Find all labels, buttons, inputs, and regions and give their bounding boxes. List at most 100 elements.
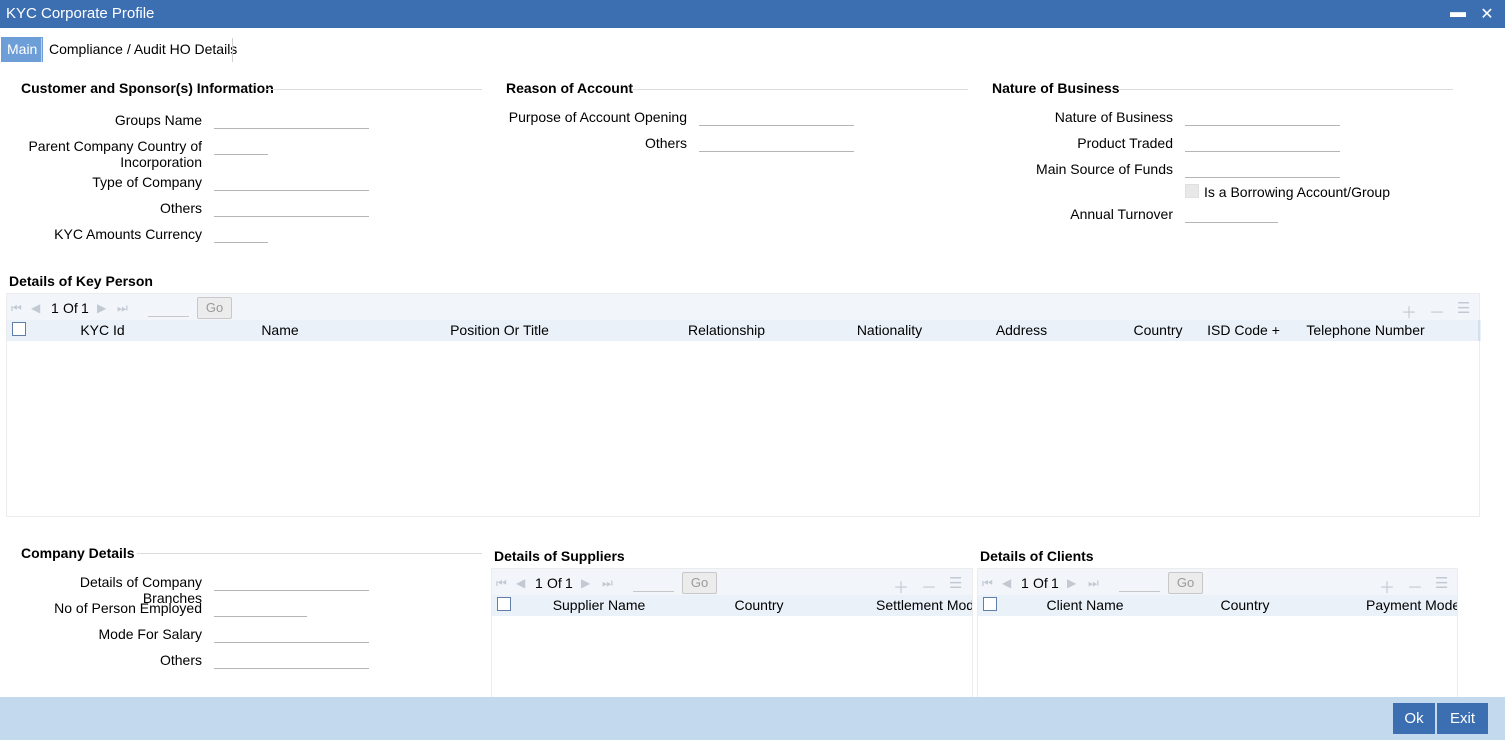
type-of-company-label: Type of Company — [92, 174, 202, 190]
purpose-label: Purpose of Account Opening — [508, 109, 687, 125]
column-settlement-mode[interactable]: Settlement Mode — [840, 595, 972, 615]
reason-others-input[interactable] — [699, 151, 854, 152]
last-page-icon[interactable]: ⏭ — [117, 301, 128, 316]
column-country[interactable]: Country — [679, 595, 839, 615]
page-total: 1 — [1051, 575, 1059, 591]
column-address[interactable]: Address — [936, 320, 1107, 340]
column-kyc-id[interactable]: KYC Id — [35, 320, 170, 340]
page-of: Of — [547, 575, 562, 591]
header-edge — [1478, 320, 1480, 341]
column-name[interactable]: Name — [171, 320, 389, 340]
page-number-input[interactable] — [1119, 573, 1160, 592]
column-supplier-name[interactable]: Supplier Name — [520, 595, 678, 615]
page-of: Of — [63, 300, 78, 316]
previous-page-icon[interactable]: ◀ — [516, 576, 525, 590]
column-position[interactable]: Position Or Title — [390, 320, 609, 340]
groups-name-input[interactable] — [214, 128, 369, 129]
main-source-label: Main Source of Funds — [1036, 161, 1173, 177]
previous-page-icon[interactable]: ◀ — [1002, 576, 1011, 590]
first-page-icon[interactable]: ⏮ — [496, 576, 507, 591]
page-total: 1 — [565, 575, 573, 591]
list-view-icon[interactable]: ☰ — [1457, 299, 1470, 317]
page-of: Of — [1033, 575, 1048, 591]
branches-input[interactable] — [214, 590, 369, 591]
column-client-name[interactable]: Client Name — [1006, 595, 1164, 615]
key-person-title: Details of Key Person — [9, 273, 153, 289]
list-view-icon[interactable]: ☰ — [949, 574, 962, 592]
borrowing-label: Is a Borrowing Account/Group — [1204, 184, 1390, 200]
section-rule — [1118, 89, 1453, 90]
select-all-checkbox[interactable] — [12, 322, 26, 336]
column-country[interactable]: Country — [1165, 595, 1325, 615]
salary-mode-input[interactable] — [214, 642, 369, 643]
tab-separator — [232, 38, 233, 62]
close-icon[interactable]: ✕ — [1477, 4, 1497, 24]
product-traded-input[interactable] — [1185, 151, 1340, 152]
persons-employed-label: No of Person Employed — [54, 600, 202, 616]
kyc-currency-input[interactable] — [214, 242, 268, 243]
page-current: 1 — [1021, 575, 1029, 591]
groups-name-label: Groups Name — [114, 112, 202, 128]
minimize-icon[interactable]: ▬ — [1448, 4, 1468, 22]
list-view-icon[interactable]: ☰ — [1435, 574, 1448, 592]
parent-country-label: Parent Company Country of Incorporation — [28, 138, 202, 170]
column-isd-code[interactable]: ISD Code + — [1195, 320, 1292, 340]
company-section-title: Company Details — [21, 545, 135, 561]
company-others-label: Others — [159, 652, 202, 668]
nature-of-business-input[interactable] — [1185, 125, 1340, 126]
next-page-icon[interactable]: ▶ — [1067, 576, 1076, 590]
go-button[interactable]: Go — [197, 297, 232, 319]
persons-employed-input[interactable] — [214, 616, 307, 617]
product-traded-label: Product Traded — [1077, 135, 1173, 151]
column-relationship[interactable]: Relationship — [610, 320, 843, 340]
page-current: 1 — [535, 575, 543, 591]
select-all-checkbox[interactable] — [983, 597, 997, 611]
footer-bar — [0, 697, 1505, 740]
customer-others-input[interactable] — [214, 216, 369, 217]
first-page-icon[interactable]: ⏮ — [982, 576, 993, 591]
select-all-checkbox[interactable] — [497, 597, 511, 611]
exit-button[interactable]: Exit — [1437, 703, 1488, 734]
ok-button[interactable]: Ok — [1393, 703, 1435, 734]
type-of-company-input[interactable] — [214, 190, 369, 191]
reason-section-title: Reason of Account — [506, 80, 634, 96]
window-title: KYC Corporate Profile — [6, 5, 155, 22]
salary-mode-label: Mode For Salary — [98, 626, 202, 642]
nature-section-title: Nature of Business — [992, 80, 1120, 96]
tab-separator — [41, 38, 42, 62]
main-source-input[interactable] — [1185, 177, 1340, 178]
tab-compliance-audit[interactable]: Compliance / Audit HO Details — [43, 37, 243, 62]
annual-turnover-label: Annual Turnover — [1070, 206, 1173, 222]
column-payment-mode[interactable]: Payment Mode — [1326, 595, 1457, 615]
column-country[interactable]: Country — [1122, 320, 1194, 340]
previous-page-icon[interactable]: ◀ — [31, 301, 40, 315]
parent-country-input[interactable] — [214, 154, 268, 155]
suppliers-title: Details of Suppliers — [494, 548, 625, 564]
column-telephone[interactable]: Telephone Number — [1293, 320, 1438, 340]
borrowing-checkbox[interactable] — [1185, 184, 1199, 198]
clients-title: Details of Clients — [980, 548, 1094, 564]
last-page-icon[interactable]: ⏭ — [1088, 576, 1099, 591]
customer-section-title: Customer and Sponsor(s) Information — [21, 80, 274, 96]
section-rule — [265, 89, 482, 90]
annual-turnover-input[interactable] — [1185, 222, 1278, 223]
page-number-input[interactable] — [633, 573, 674, 592]
page-total: 1 — [81, 300, 89, 316]
section-rule — [633, 89, 968, 90]
go-button[interactable]: Go — [1168, 572, 1203, 594]
purpose-input[interactable] — [699, 125, 854, 126]
company-others-input[interactable] — [214, 668, 369, 669]
first-page-icon[interactable]: ⏮ — [11, 301, 22, 316]
nature-of-business-label: Nature of Business — [1054, 109, 1173, 125]
go-button[interactable]: Go — [682, 572, 717, 594]
reason-others-label: Others — [644, 135, 687, 151]
section-rule — [137, 553, 482, 554]
next-page-icon[interactable]: ▶ — [97, 301, 106, 315]
customer-others-label: Others — [159, 200, 202, 216]
window-titlebar: KYC Corporate Profile — [0, 0, 1505, 28]
next-page-icon[interactable]: ▶ — [581, 576, 590, 590]
tab-main[interactable]: Main — [1, 37, 44, 62]
last-page-icon[interactable]: ⏭ — [602, 576, 613, 591]
page-number-input[interactable] — [148, 298, 189, 317]
column-nationality[interactable]: Nationality — [844, 320, 935, 340]
